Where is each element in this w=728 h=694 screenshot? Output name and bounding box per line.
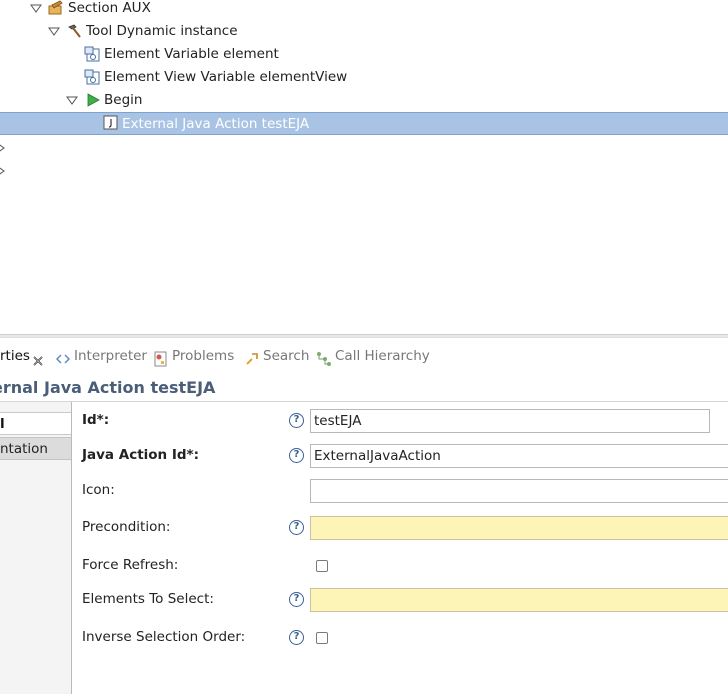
field-row-id: Id*: ? — [82, 409, 728, 433]
hammer-icon — [66, 23, 82, 39]
id-field[interactable] — [310, 409, 710, 433]
model-tree[interactable]: Section AUX Tool Dynamic instance Elemen… — [0, 0, 728, 334]
tree-item-variable-element[interactable]: Element Variable element — [0, 43, 728, 66]
view-tab-bar: rties Interpreter Problems Search Call H… — [0, 341, 728, 371]
tree-item-tool[interactable]: Tool Dynamic instance — [0, 20, 728, 43]
tab-label: Interpreter — [74, 348, 147, 364]
field-row-precondition: Precondition: ? — [82, 516, 728, 540]
field-label: Id*: — [82, 412, 110, 428]
category-tab-label: l — [0, 416, 5, 432]
field-row-inverse-selection: Inverse Selection Order: ? — [82, 626, 728, 650]
collapse-arrow-icon[interactable] — [47, 20, 61, 43]
close-icon[interactable] — [32, 348, 44, 366]
tab-label: Call Hierarchy — [335, 348, 430, 364]
view-title: ernal Java Action testEJA — [0, 378, 216, 397]
category-tab-documentation[interactable]: ntation — [0, 437, 71, 460]
icon-field[interactable] — [310, 479, 728, 503]
tree-item-label: Begin — [104, 92, 143, 108]
java-action-icon — [103, 115, 119, 131]
field-label: Java Action Id*: — [82, 447, 200, 463]
collapse-arrow-icon[interactable] — [29, 0, 43, 20]
precondition-field[interactable] — [310, 516, 728, 540]
search-icon — [244, 348, 260, 365]
category-tab-general[interactable]: l — [0, 412, 71, 435]
tab-label: Problems — [172, 348, 235, 364]
expand-arrow-icon[interactable] — [0, 158, 9, 181]
section-icon — [48, 0, 64, 16]
tree-item-label: Tool Dynamic instance — [86, 23, 238, 39]
help-icon[interactable]: ? — [289, 448, 304, 463]
tree-item-label: Element Variable element — [104, 46, 279, 62]
field-label: Force Refresh: — [82, 557, 179, 573]
tree-item-label: Section AUX — [68, 0, 151, 16]
java-action-id-field[interactable] — [310, 444, 728, 468]
tree-item-section-aux[interactable]: Section AUX — [0, 0, 728, 20]
help-icon[interactable]: ? — [289, 592, 304, 607]
tab-label: rties — [0, 348, 30, 364]
field-row-java-action-id: Java Action Id*: ? — [82, 444, 728, 468]
tree-item-collapsed[interactable] — [0, 135, 728, 158]
help-icon[interactable]: ? — [289, 413, 304, 428]
field-row-icon: Icon: — [82, 479, 728, 503]
force-refresh-checkbox[interactable] — [316, 560, 328, 572]
category-tab-label: ntation — [0, 441, 48, 457]
tree-item-collapsed[interactable] — [0, 158, 728, 181]
field-row-force-refresh: Force Refresh: — [82, 554, 728, 578]
tree-item-label: Element View Variable elementView — [104, 69, 348, 85]
help-icon[interactable]: ? — [289, 520, 304, 535]
call-hierarchy-icon — [316, 348, 332, 366]
variable-icon — [84, 69, 100, 85]
play-icon — [85, 92, 101, 108]
field-label: Icon: — [82, 482, 115, 498]
tree-item-view-variable[interactable]: Element View Variable elementView — [0, 66, 728, 89]
problems-icon — [153, 348, 169, 367]
field-label: Inverse Selection Order: — [82, 629, 246, 645]
help-icon[interactable]: ? — [289, 630, 304, 645]
view-divider[interactable] — [0, 334, 728, 338]
elements-to-select-field[interactable] — [310, 588, 728, 612]
inverse-selection-checkbox[interactable] — [316, 632, 328, 644]
tree-item-label: External Java Action testEJA — [122, 116, 310, 132]
variable-icon — [84, 46, 100, 62]
property-category-tabs: l ntation — [0, 402, 72, 694]
interpreter-icon — [55, 348, 71, 364]
expand-arrow-icon[interactable] — [0, 135, 9, 158]
field-label: Precondition: — [82, 519, 171, 535]
field-row-elements-to-select: Elements To Select: ? — [82, 588, 728, 612]
tree-item-begin[interactable]: Begin — [0, 89, 728, 112]
tab-label: Search — [263, 348, 310, 364]
divider — [0, 401, 728, 402]
field-label: Elements To Select: — [82, 591, 214, 607]
tree-item-external-java-action[interactable]: External Java Action testEJA — [0, 112, 728, 135]
collapse-arrow-icon[interactable] — [65, 89, 79, 112]
